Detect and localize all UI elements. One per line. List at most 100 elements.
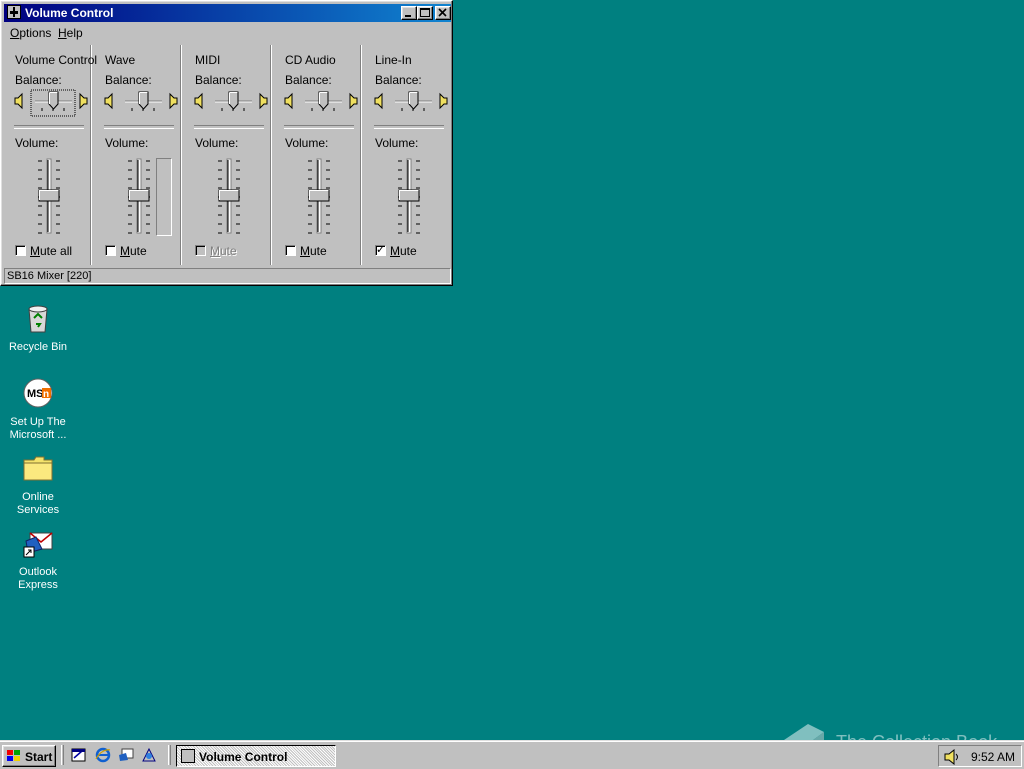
status-bar: SB16 Mixer [220] <box>4 268 451 284</box>
section-divider <box>194 125 264 129</box>
balance-label: Balance: <box>105 73 152 87</box>
outlook-express-icon <box>23 532 53 558</box>
status-text: SB16 Mixer [220] <box>7 270 92 282</box>
mixer-column: Wave Balance: Volume: Mute <box>94 41 182 267</box>
checkbox-box[interactable] <box>375 243 386 257</box>
desktop-icon-label: Online Services <box>16 491 60 516</box>
menu-bar: Options Help <box>4 23 451 41</box>
volume-label: Volume: <box>285 136 329 150</box>
section-divider <box>14 125 84 129</box>
taskbar-button-label: Volume Control <box>199 750 288 764</box>
start-button[interactable]: Start <box>2 745 56 767</box>
window-title: Volume Control <box>25 6 114 20</box>
balance-slider[interactable] <box>374 89 450 117</box>
mute-label: Mute <box>120 244 147 258</box>
balance-label: Balance: <box>285 73 332 87</box>
checkbox-box[interactable] <box>195 245 206 257</box>
balance-slider[interactable] <box>14 89 90 117</box>
recycle-bin-icon <box>28 305 48 333</box>
balance-label: Balance: <box>375 73 422 87</box>
folder-icon <box>23 456 53 481</box>
mute-checkbox[interactable]: Mute <box>375 243 417 258</box>
desktop-icon-label: Recycle Bin <box>8 341 68 353</box>
minimize-button[interactable] <box>401 6 417 20</box>
internet-explorer-icon[interactable] <box>95 747 111 763</box>
mute-checkbox[interactable]: Mute <box>285 244 327 258</box>
column-separator <box>90 45 92 265</box>
desktop-icon-online-services[interactable]: Online Services <box>0 452 78 517</box>
windows-logo-icon <box>7 750 20 761</box>
mute-label: Mute all <box>30 244 73 258</box>
desktop-icon-recycle-bin[interactable]: Recycle Bin <box>0 302 78 354</box>
mixer-column: CD Audio Balance: Volume: Mute <box>274 41 362 267</box>
taskbar-grip[interactable] <box>168 745 171 765</box>
balance-label: Balance: <box>195 73 242 87</box>
checkbox-box[interactable] <box>285 245 296 257</box>
checkbox-box[interactable] <box>15 245 26 257</box>
balance-slider[interactable] <box>284 89 360 117</box>
volume-control-window: Volume Control Options Help Volume Contr… <box>0 0 453 286</box>
show-desktop-icon[interactable] <box>71 747 87 763</box>
outlook-express-quicklaunch-icon[interactable] <box>118 747 134 763</box>
column-title: Line-In <box>375 53 412 67</box>
svg-text:MS: MS <box>27 388 44 400</box>
column-separator <box>270 45 272 265</box>
section-divider <box>284 125 354 129</box>
mixer-panels: Volume Control Balance: Volume: Mute all <box>4 41 451 267</box>
menu-options[interactable]: Options <box>10 26 51 40</box>
volume-label: Volume: <box>105 136 149 150</box>
column-title: Volume Control <box>15 53 98 67</box>
balance-slider[interactable] <box>194 89 270 117</box>
title-bar[interactable]: Volume Control <box>4 4 451 22</box>
close-button[interactable] <box>435 6 451 20</box>
menu-help[interactable]: Help <box>58 26 83 40</box>
column-separator <box>360 45 362 265</box>
channels-icon[interactable] <box>141 747 157 763</box>
volume-level-meter <box>156 158 172 236</box>
mixer-column: MIDI Balance: Volume: Mute <box>184 41 272 267</box>
mute-label: Mute <box>390 244 417 258</box>
system-tray: 9:52 AM <box>938 745 1022 767</box>
desktop-icon-label: Set Up The Microsoft ... <box>9 416 67 441</box>
close-icon <box>438 8 447 17</box>
start-label: Start <box>25 750 53 764</box>
mute-label: Mute <box>300 244 327 258</box>
section-divider <box>104 125 174 129</box>
column-title: CD Audio <box>285 53 336 67</box>
balance-slider[interactable] <box>104 89 180 117</box>
desktop-icon-label: Outlook Express <box>18 566 58 591</box>
msn-icon: MS n <box>23 378 53 408</box>
volume-slider[interactable] <box>204 155 254 235</box>
volume-slider[interactable] <box>384 155 434 235</box>
taskbar: Start Volume Control 9:52 AM <box>0 740 1024 769</box>
volume-label: Volume: <box>195 136 239 150</box>
clock[interactable]: 9:52 AM <box>971 750 1015 764</box>
section-divider <box>374 125 444 129</box>
mute-checkbox[interactable]: Mute <box>195 244 237 258</box>
volume-control-task-icon <box>181 749 195 763</box>
balance-label: Balance: <box>15 73 62 87</box>
mute-checkbox[interactable]: Mute <box>105 244 147 258</box>
volume-control-app-icon[interactable] <box>7 5 21 19</box>
taskbar-button-volume-control[interactable]: Volume Control <box>176 745 336 767</box>
desktop-icon-msn[interactable]: MS n Set Up The Microsoft ... <box>0 377 78 442</box>
svg-text:n: n <box>43 389 49 400</box>
maximize-button[interactable] <box>417 6 433 20</box>
column-title: MIDI <box>195 53 221 67</box>
volume-slider[interactable] <box>294 155 344 235</box>
minimize-icon <box>405 15 411 17</box>
column-title: Wave <box>105 53 136 67</box>
mixer-column: Volume Control Balance: Volume: Mute all <box>4 41 97 267</box>
volume-slider[interactable] <box>24 155 74 235</box>
volume-label: Volume: <box>375 136 419 150</box>
volume-label: Volume: <box>15 136 59 150</box>
speaker-tray-icon[interactable] <box>943 749 961 765</box>
toolbar-grip[interactable] <box>61 745 64 765</box>
mute-checkbox[interactable]: Mute all <box>15 244 72 258</box>
desktop-icon-outlook-express[interactable]: Outlook Express <box>0 527 78 592</box>
mixer-column: Line-In Balance: Volume: Mute <box>364 41 452 267</box>
checkbox-box[interactable] <box>105 245 116 257</box>
maximize-icon <box>420 8 430 17</box>
column-separator <box>180 45 182 265</box>
mute-label: Mute <box>210 244 237 258</box>
